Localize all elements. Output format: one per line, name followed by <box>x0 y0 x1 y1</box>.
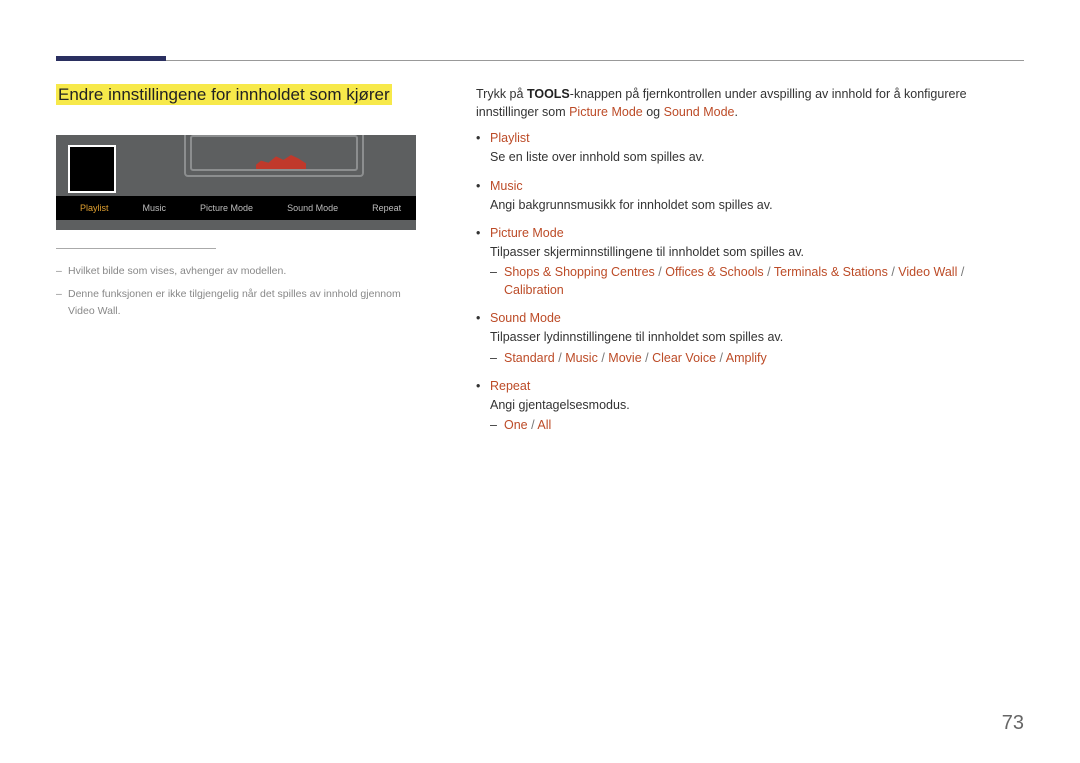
feature-desc: Tilpasser lydinnstillingene til innholde… <box>490 328 1024 346</box>
feature-desc: Se en liste over innhold som spilles av. <box>490 148 1024 166</box>
menu-item: Repeat <box>372 203 401 213</box>
feature-desc: Tilpasser skjerminnstillingene til innho… <box>490 243 1024 261</box>
feature-title: Playlist <box>490 131 530 145</box>
feature-options: One / All <box>490 416 1024 434</box>
feature-title: Repeat <box>490 379 530 393</box>
illustration: Playlist Music Picture Mode Sound Mode R… <box>56 135 416 230</box>
menu-item: Picture Mode <box>200 203 253 213</box>
feature-desc: Angi gjentagelsesmodus. <box>490 396 1024 414</box>
menu-item: Playlist <box>80 203 109 213</box>
menu-item: Sound Mode <box>287 203 338 213</box>
feature-item: Repeat Angi gjentagelsesmodus. One / All <box>476 377 1024 434</box>
thumbnail-box <box>68 145 116 193</box>
page-number: 73 <box>1002 712 1024 735</box>
feature-title: Picture Mode <box>490 226 564 240</box>
header-rule <box>56 60 1024 61</box>
feature-item: Playlist Se en liste over innhold som sp… <box>476 129 1024 166</box>
illustration-menu-bar: Playlist Music Picture Mode Sound Mode R… <box>56 196 416 220</box>
feature-item: Picture Mode Tilpasser skjerminnstilling… <box>476 224 1024 300</box>
notes-rule <box>56 248 216 249</box>
section-title: Endre innstillingene for innholdet som k… <box>56 84 392 105</box>
feature-item: Sound Mode Tilpasser lydinnstillingene t… <box>476 309 1024 366</box>
intro-paragraph: Trykk på TOOLS-knappen på fjernkontrolle… <box>476 85 1024 121</box>
feature-title: Sound Mode <box>490 311 561 325</box>
feature-options: Shops & Shopping Centres / Offices & Sch… <box>490 263 1024 299</box>
feature-title: Music <box>490 179 523 193</box>
feature-item: Music Angi bakgrunnsmusikk for innholdet… <box>476 177 1024 214</box>
feature-desc: Angi bakgrunnsmusikk for innholdet som s… <box>490 196 1024 214</box>
note-text: Hvilket bilde som vises, avhenger av mod… <box>56 263 416 280</box>
note-text: Denne funksjonen er ikke tilgjengelig nå… <box>56 286 416 320</box>
menu-item: Music <box>143 203 167 213</box>
feature-options: Standard / Music / Movie / Clear Voice /… <box>490 349 1024 367</box>
feature-list: Playlist Se en liste over innhold som sp… <box>476 129 1024 434</box>
